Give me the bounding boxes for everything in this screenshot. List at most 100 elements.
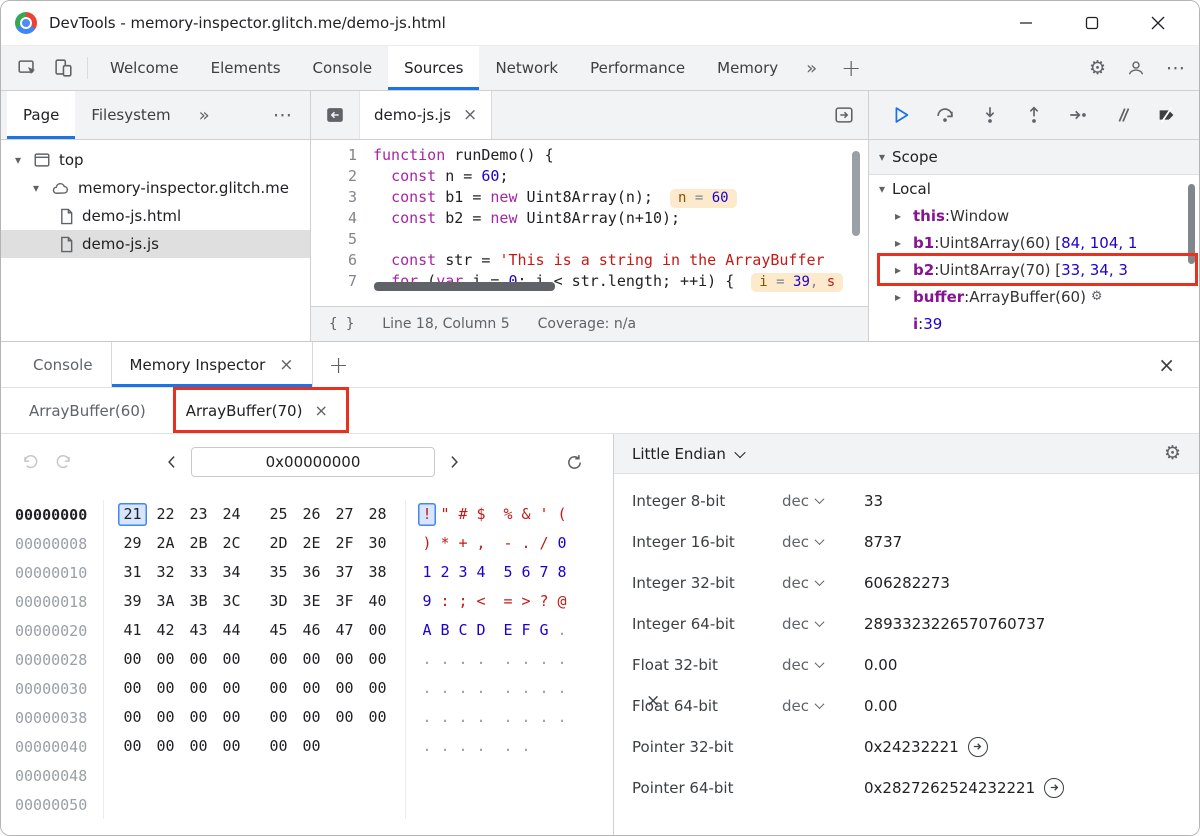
close-editor-tab-icon[interactable]: ×: [463, 105, 477, 125]
ascii-cell[interactable]: $: [472, 503, 490, 526]
format-select[interactable]: dec: [782, 697, 864, 715]
ascii-cell[interactable]: .: [436, 735, 454, 758]
byte-cell[interactable]: 22: [151, 503, 180, 526]
ascii-cell[interactable]: (: [553, 503, 571, 526]
ascii-cell[interactable]: +: [454, 532, 472, 555]
expand-icon[interactable]: ▸: [895, 263, 913, 277]
next-page-icon[interactable]: [441, 449, 467, 475]
navigator-more-icon[interactable]: ⋯: [255, 91, 310, 139]
toggle-breakpoints-icon[interactable]: [1153, 101, 1181, 129]
byte-cell[interactable]: 32: [151, 561, 180, 584]
ascii-cell[interactable]: .: [499, 677, 517, 700]
pretty-print-icon[interactable]: { }: [329, 316, 354, 332]
byte-cell[interactable]: 00: [151, 735, 180, 758]
byte-cell[interactable]: 27: [330, 503, 359, 526]
ascii-cell[interactable]: .: [517, 706, 535, 729]
byte-cell[interactable]: 2D: [264, 532, 293, 555]
byte-cell[interactable]: 39: [118, 590, 147, 613]
ascii-cell[interactable]: #: [454, 503, 472, 526]
ascii-cell[interactable]: /: [535, 532, 553, 555]
byte-cell[interactable]: 3D: [264, 590, 293, 613]
sidebar-item-demo-js-html[interactable]: demo-js.html: [1, 202, 310, 230]
byte-cell[interactable]: 00: [118, 735, 147, 758]
byte-cell[interactable]: 00: [118, 677, 147, 700]
byte-cell[interactable]: 2C: [217, 532, 246, 555]
byte-cell[interactable]: 00: [297, 706, 326, 729]
step-into-icon[interactable]: [976, 101, 1004, 129]
byte-cell[interactable]: 35: [264, 561, 293, 584]
scope-scrollbar[interactable]: [1188, 184, 1195, 264]
byte-cell[interactable]: 00: [264, 706, 293, 729]
settings-gear-icon[interactable]: ⚙: [1089, 59, 1106, 78]
more-navigator-tabs-icon[interactable]: »: [187, 91, 222, 139]
ascii-cell[interactable]: .: [553, 677, 571, 700]
more-tabs-icon[interactable]: »: [794, 46, 829, 90]
byte-cell[interactable]: 37: [330, 561, 359, 584]
ascii-cell[interactable]: ': [535, 503, 553, 526]
byte-cell[interactable]: 47: [330, 619, 359, 642]
ascii-cell[interactable]: ": [436, 503, 454, 526]
tab-elements[interactable]: Elements: [195, 46, 297, 90]
device-toolbar-icon[interactable]: [45, 46, 81, 90]
step-over-icon[interactable]: [931, 101, 959, 129]
tab-arraybuffer-70[interactable]: ArrayBuffer(70)×: [186, 388, 328, 433]
byte-cell[interactable]: 2B: [184, 532, 213, 555]
sidebar-item-demo-js-js[interactable]: demo-js.js: [1, 230, 310, 258]
ascii-cell[interactable]: C: [454, 619, 472, 642]
more-options-icon[interactable]: ⋯: [1166, 59, 1185, 78]
ascii-cell[interactable]: .: [553, 619, 571, 642]
tab-console[interactable]: Console: [297, 46, 389, 90]
ascii-cell[interactable]: .: [472, 735, 490, 758]
ascii-cell[interactable]: .: [418, 706, 436, 729]
ascii-cell[interactable]: ;: [454, 590, 472, 613]
byte-cell[interactable]: 00: [217, 648, 246, 671]
ascii-cell[interactable]: 6: [517, 561, 535, 584]
ascii-cell[interactable]: :: [436, 590, 454, 613]
ascii-cell[interactable]: 7: [535, 561, 553, 584]
ascii-cell[interactable]: .: [517, 735, 535, 758]
jump-to-address-icon[interactable]: [1044, 778, 1064, 798]
tab-memory[interactable]: Memory: [701, 46, 794, 90]
ascii-cell[interactable]: .: [553, 648, 571, 671]
ascii-cell[interactable]: .: [454, 677, 472, 700]
byte-cell[interactable]: 00: [264, 677, 293, 700]
ascii-cell[interactable]: .: [499, 735, 517, 758]
byte-cell[interactable]: 00: [363, 677, 392, 700]
ascii-cell[interactable]: 3: [454, 561, 472, 584]
ascii-cell[interactable]: &: [517, 503, 535, 526]
byte-cell[interactable]: 3A: [151, 590, 180, 613]
tab-memory-inspector[interactable]: Memory Inspector ×: [111, 342, 313, 387]
ascii-cell[interactable]: 4: [472, 561, 490, 584]
byte-cell[interactable]: 21: [118, 503, 147, 526]
scope-var-b1[interactable]: ▸b1: Uint8Array(60) [84, 104, 1: [869, 229, 1199, 256]
byte-cell[interactable]: 38: [363, 561, 392, 584]
byte-cell[interactable]: 46: [297, 619, 326, 642]
byte-cell[interactable]: 2A: [151, 532, 180, 555]
resume-icon[interactable]: [887, 101, 915, 129]
byte-cell[interactable]: 43: [184, 619, 213, 642]
step-icon[interactable]: [1064, 101, 1092, 129]
byte-cell[interactable]: 00: [217, 677, 246, 700]
byte-cell[interactable]: 00: [363, 648, 392, 671]
byte-cell[interactable]: 30: [363, 532, 392, 555]
ascii-cell[interactable]: !: [418, 503, 436, 526]
minimize-icon[interactable]: [1015, 12, 1037, 34]
format-select[interactable]: dec: [782, 492, 864, 510]
tab-welcome[interactable]: Welcome: [94, 46, 195, 90]
ascii-cell[interactable]: F: [517, 619, 535, 642]
byte-cell[interactable]: 24: [217, 503, 246, 526]
ascii-cell[interactable]: @: [553, 590, 571, 613]
byte-cell[interactable]: 00: [184, 677, 213, 700]
maximize-icon[interactable]: [1081, 12, 1103, 34]
byte-cell[interactable]: 29: [118, 532, 147, 555]
byte-cell[interactable]: 40: [363, 590, 392, 613]
scope-var-this[interactable]: ▸this: Window: [869, 202, 1199, 229]
ascii-cell[interactable]: ,: [472, 532, 490, 555]
byte-cell[interactable]: 00: [217, 735, 246, 758]
ascii-cell[interactable]: .: [418, 677, 436, 700]
editor-vertical-scrollbar[interactable]: [852, 151, 860, 236]
ascii-cell[interactable]: 9: [418, 590, 436, 613]
byte-cell[interactable]: 45: [264, 619, 293, 642]
ascii-cell[interactable]: 2: [436, 561, 454, 584]
ascii-cell[interactable]: .: [436, 677, 454, 700]
